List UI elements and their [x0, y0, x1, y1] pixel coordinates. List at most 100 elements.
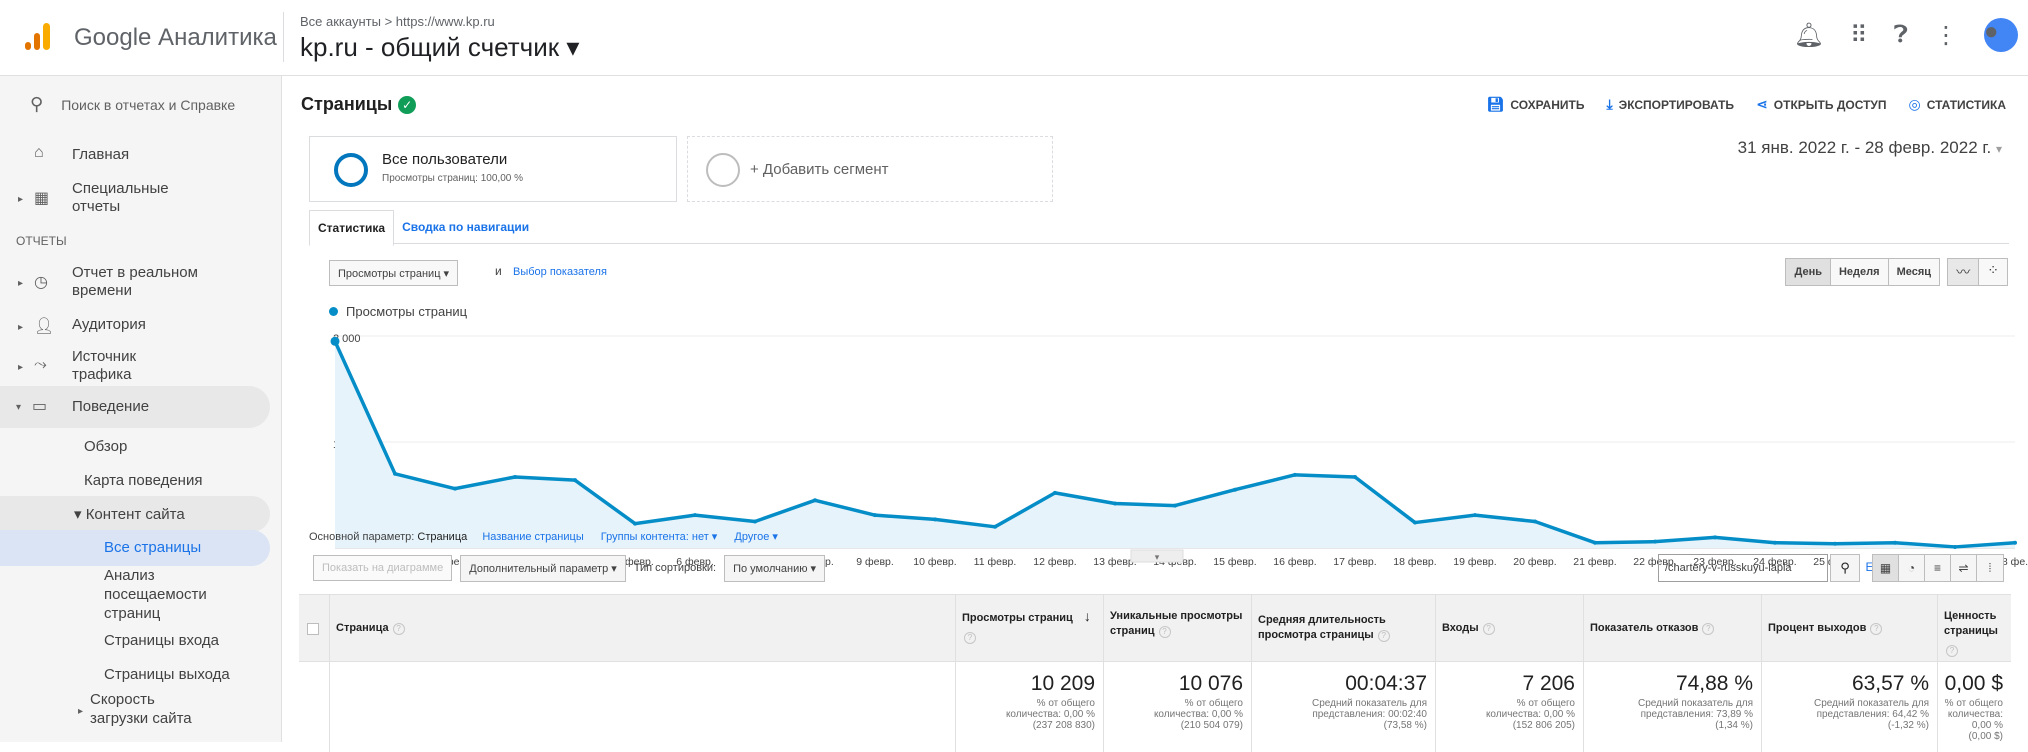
data-point [1353, 474, 1357, 479]
more-vert-icon[interactable]: ⋮ [1934, 21, 1958, 50]
col-entrances[interactable]: Входы? [1435, 595, 1583, 663]
data-point [330, 336, 340, 346]
total-bounce-rate: 74,88 % Средний показатель для представле… [1583, 662, 1761, 752]
data-point [453, 486, 457, 491]
sidebar-item-acquisition[interactable]: Источник трафика [72, 348, 136, 384]
select-all-checkbox[interactable] [307, 623, 319, 635]
breadcrumb[interactable]: Все аккаунты > https://www.kp.ru [300, 14, 495, 29]
pie-chart-icon[interactable]: ◔ [1899, 555, 1925, 581]
save-button[interactable]: 💾︎ СОХРАНИТЬ [1487, 96, 1585, 113]
primary-dim-content-group[interactable]: Группы контента: нет ▾ [601, 531, 718, 543]
period-week-button[interactable]: Неделя [1830, 259, 1889, 285]
total-sub1: Средний показатель для [1312, 698, 1427, 709]
total-sub1: Средний показатель для [1638, 698, 1753, 709]
app-name: Google Аналитика [74, 24, 277, 51]
save-label: СОХРАНИТЬ [1510, 98, 1585, 112]
search-icon: ⚲ [1840, 560, 1850, 575]
sidebar-item-custom-reports[interactable]: Специальные отчеты [72, 180, 169, 216]
data-point [1473, 513, 1477, 518]
total-sub1: % от общего [1516, 698, 1575, 709]
primary-dim-other[interactable]: Другое ▾ [734, 531, 778, 543]
expand-caret-icon[interactable]: ▸ [18, 194, 23, 205]
comparison-icon[interactable]: ⇌ [1951, 555, 1977, 581]
data-point [573, 478, 577, 483]
search-input[interactable]: Поиск в отчетах и Справке [61, 97, 235, 113]
col-page-value[interactable]: Ценность страницы? [1937, 595, 2028, 663]
secondary-dimension-button[interactable]: Дополнительный параметр ▾ [460, 554, 626, 582]
collapse-caret-icon[interactable]: ▾ [16, 402, 21, 413]
col-page[interactable]: Страница? [329, 595, 955, 663]
reports-section-header: ОТЧЕТЫ [16, 234, 67, 248]
sidebar-item-behavior-flow[interactable]: Карта поведения [84, 472, 202, 489]
table-filter-input[interactable]: /chartery-v-russkuyu-lapla [1658, 554, 1828, 582]
col-exit-rate-label: Процент выходов [1768, 622, 1867, 634]
plot-rows-button[interactable]: Показать на диаграмме [313, 555, 453, 581]
total-value: 7 206 [1522, 672, 1575, 695]
date-range-picker[interactable]: 31 янв. 2022 г. - 28 февр. 2022 г. ▾ [1738, 138, 2002, 158]
insights-button[interactable]: ◎ СТАТИСТИКА [1909, 96, 2007, 113]
expand-caret-icon[interactable]: ▸ [18, 322, 23, 333]
data-table-icon[interactable]: ▦ [1873, 555, 1899, 581]
performance-icon[interactable]: ≡ [1925, 555, 1951, 581]
col-unique-pageviews[interactable]: Уникальные просмотры страниц? [1103, 595, 1251, 663]
data-point [993, 524, 997, 529]
sort-type-select[interactable]: По умолчанию ▾ [724, 554, 826, 582]
filter-search-button[interactable]: ⚲ [1830, 554, 1860, 582]
help-icon: ? [1158, 626, 1171, 638]
sidebar-item-behavior[interactable]: Поведение [72, 398, 149, 415]
data-point [873, 513, 877, 518]
sidebar-item-home[interactable]: Главная [72, 146, 129, 163]
sidebar-item-audience[interactable]: Аудитория [72, 316, 146, 333]
home-icon: ⌂ [34, 144, 44, 161]
sidebar-item-overview[interactable]: Обзор [84, 438, 127, 455]
col-pageviews[interactable]: Просмотры страниц ↓? [955, 595, 1103, 663]
data-point [1713, 535, 1717, 540]
add-segment-button[interactable]: + Добавить сегмент [687, 136, 1053, 202]
sidebar-item-exit-pages[interactable]: Страницы выхода [104, 666, 230, 683]
primary-dim-page-title[interactable]: Название страницы [482, 531, 583, 543]
help-icon: ? [1870, 623, 1883, 635]
total-sub: Средний показатель для представления: 64,… [1762, 698, 1929, 731]
totals-page-cell [329, 662, 955, 752]
metric-select[interactable]: Просмотры страниц ▾ [329, 260, 459, 286]
expand-caret-icon[interactable]: ▸ [18, 362, 23, 373]
total-value: 63,57 % [1851, 672, 1929, 695]
export-button[interactable]: ⤓ ЭКСПОРТИРОВАТЬ [1606, 96, 1734, 113]
x-tick-label: 13 февр. [1093, 556, 1136, 568]
analytics-logo-icon[interactable] [22, 20, 54, 57]
segment-name: Все пользователи [382, 151, 508, 168]
help-icon: ? [1946, 645, 1958, 657]
tab-explorer[interactable]: Статистика [309, 210, 395, 246]
account-avatar-icon[interactable]: ● [1984, 18, 2018, 52]
account-selector[interactable]: kp.ru - общий счетчик ▾ [300, 32, 579, 63]
primary-dim-page[interactable]: Страница [417, 531, 467, 543]
col-bounce-rate[interactable]: Показатель отказов? [1583, 595, 1761, 663]
expand-caret-icon[interactable]: ▸ [18, 278, 23, 289]
col-avg-time[interactable]: Средняя длительность просмотра страницы? [1251, 595, 1435, 663]
notifications-bell-icon[interactable]: 🔔︎ [1794, 21, 1824, 50]
share-button[interactable]: ⋖ ОТКРЫТЬ ДОСТУП [1756, 96, 1886, 113]
help-icon[interactable]: ❓︎ [1894, 21, 1908, 49]
sort-desc-icon: ↓ [1083, 608, 1091, 624]
x-tick-label: 15 февр. [1213, 556, 1256, 568]
sidebar-item-site-speed[interactable]: Скорость загрузки сайта [90, 690, 192, 728]
motion-chart-icon[interactable]: ⁘ [1978, 259, 2007, 285]
period-day-button[interactable]: День [1786, 259, 1831, 285]
apps-grid-icon[interactable]: ⠿ [1850, 21, 1868, 50]
choose-metric-link[interactable]: Выбор показателя [513, 266, 607, 278]
sidebar-item-landing-pages[interactable]: Страницы входа [104, 632, 219, 649]
col-exit-rate[interactable]: Процент выходов? [1761, 595, 1937, 663]
data-point [1893, 540, 1897, 545]
expand-caret-icon[interactable]: ▸ [78, 706, 83, 717]
period-month-button[interactable]: Месяц [1888, 259, 1939, 285]
main-content: Страницы ✓ 💾︎ СОХРАНИТЬ ⤓ ЭКСПОРТИРОВАТЬ ⋖ О… [283, 76, 2028, 752]
sidebar-search[interactable]: ⚲ Поиск в отчетах и Справке [30, 94, 235, 115]
sidebar-item-content-drilldown[interactable]: Анализ посещаемости страниц [104, 566, 207, 623]
segment-all-users[interactable]: Все пользователи Просмотры страниц: 100,… [309, 136, 677, 202]
pivot-icon[interactable]: ⦙ [1977, 555, 2003, 581]
tab-navigation-summary[interactable]: Сводка по навигации [394, 210, 537, 246]
sidebar-item-realtime[interactable]: Отчет в реальном времени [72, 264, 198, 300]
sidebar-item-all-pages[interactable]: Все страницы [104, 539, 201, 556]
sidebar-item-site-content[interactable]: ▾ Контент сайта [74, 505, 185, 523]
line-chart-icon[interactable]: 〰 [1948, 259, 1979, 285]
